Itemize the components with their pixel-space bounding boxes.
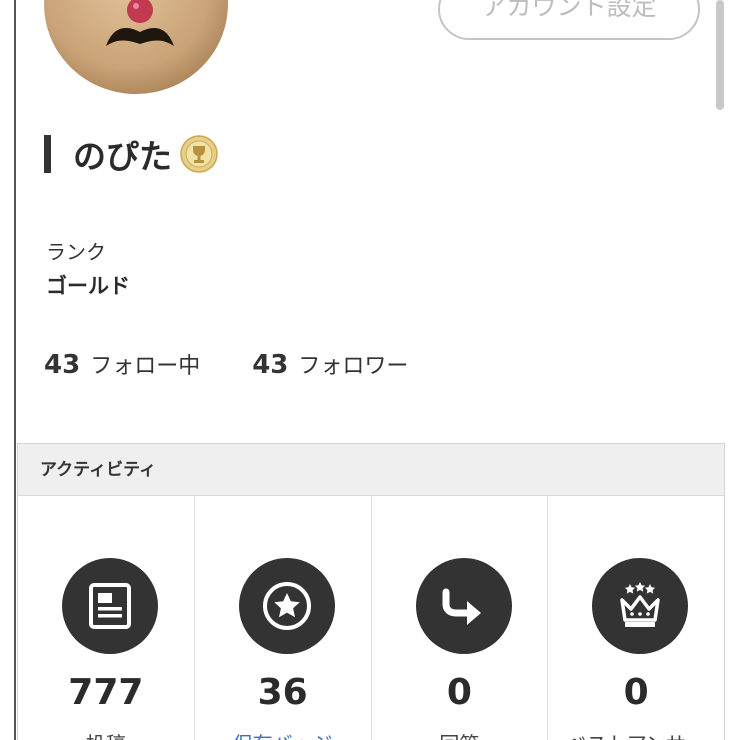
stat-answers[interactable]: 0 回答 [372,496,549,740]
stat-badges[interactable]: 36 保有バッジ [195,496,372,740]
activity-stats: 777 投稿 36 保有バッジ 0 回答 [18,496,724,740]
user-name: のぴた [73,137,172,176]
stat-best-answers[interactable]: 0 ベストアンサー [548,496,724,740]
stat-answers-value: 0 [446,672,472,713]
avatar-face-image [44,0,228,94]
post-document-icon [62,558,158,654]
following-count: 43 [44,350,81,380]
star-badge-icon [238,558,335,654]
name-accent-bar [44,135,51,173]
stat-badges-label[interactable]: 保有バッジ [195,728,371,740]
avatar[interactable] [44,0,228,94]
crown-icon [592,558,689,654]
share-arrow-icon [415,558,512,654]
followers-link[interactable]: 43 フォロワー [252,348,408,380]
stat-best-answers-value: 0 [623,672,649,713]
scrollbar-thumb[interactable] [716,0,724,110]
stat-posts-label: 投稿 [18,728,194,740]
stat-answers-label: 回答 [372,728,548,740]
account-settings-button[interactable]: アカウント設定 [438,0,700,40]
page-left-border [14,0,16,740]
follow-stats: 43 フォロー中 43 フォロワー [44,348,460,380]
rank-value: ゴールド [46,274,130,298]
user-name-row: のぴた [44,132,218,176]
following-link[interactable]: 43 フォロー中 [44,348,200,380]
following-label: フォロー中 [90,354,201,379]
gold-medal-icon [180,135,218,173]
activity-title: アクティビティ [18,444,724,496]
stat-posts[interactable]: 777 投稿 [18,496,195,740]
stat-badges-value: 36 [257,672,308,713]
activity-panel: アクティビティ 777 投稿 36 保有バッジ [17,443,725,740]
rank-label: ランク [46,240,106,264]
stat-best-answers-label: ベストアンサー [548,728,724,740]
followers-label: フォロワー [298,354,409,379]
followers-count: 43 [252,350,289,380]
stat-posts-value: 777 [68,672,144,713]
